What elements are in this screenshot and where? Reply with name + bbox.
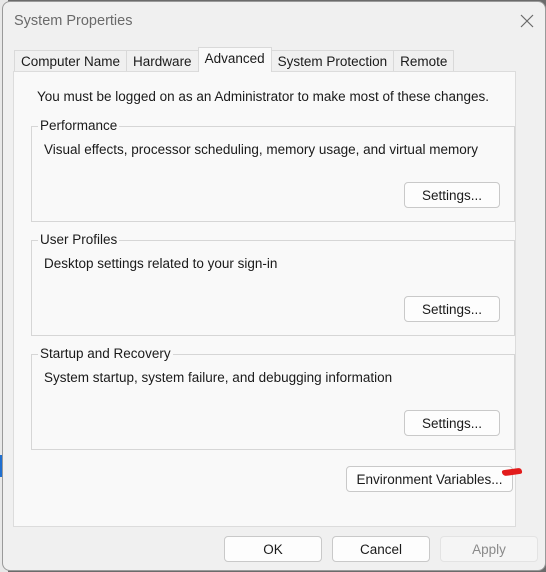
close-button[interactable] <box>513 8 541 34</box>
user-profiles-description: Desktop settings related to your sign-in <box>44 256 278 271</box>
user-profiles-label: User Profiles <box>38 232 120 247</box>
window-title: System Properties <box>14 13 133 29</box>
tab-computer-name[interactable]: Computer Name <box>14 50 128 72</box>
close-icon <box>520 14 534 28</box>
performance-settings-button[interactable]: Settings... <box>404 182 500 208</box>
admin-notice: You must be logged on as an Administrato… <box>37 89 490 104</box>
cancel-button[interactable]: Cancel <box>332 536 430 562</box>
apply-button[interactable]: Apply <box>440 536 538 562</box>
ok-button[interactable]: OK <box>224 536 322 562</box>
user-profiles-group: User Profiles Desktop settings related t… <box>31 232 515 336</box>
environment-variables-button[interactable]: Environment Variables... <box>346 466 513 492</box>
performance-description: Visual effects, processor scheduling, me… <box>44 142 478 157</box>
tab-bar: Computer Name Hardware Advanced System P… <box>14 47 455 72</box>
startup-recovery-description: System startup, system failure, and debu… <box>44 370 393 385</box>
startup-recovery-group: Startup and Recovery System startup, sys… <box>31 346 515 450</box>
startup-recovery-settings-button[interactable]: Settings... <box>404 410 500 436</box>
tab-remote[interactable]: Remote <box>393 50 455 72</box>
tab-advanced[interactable]: Advanced <box>197 47 272 72</box>
performance-label: Performance <box>38 118 120 133</box>
system-properties-dialog: System Properties Computer Name Hardware… <box>2 1 546 571</box>
performance-group: Performance Visual effects, processor sc… <box>31 118 515 222</box>
advanced-tab-panel: You must be logged on as an Administrato… <box>13 71 516 527</box>
tab-system-protection[interactable]: System Protection <box>270 50 395 72</box>
user-profiles-settings-button[interactable]: Settings... <box>404 296 500 322</box>
startup-recovery-label: Startup and Recovery <box>38 346 173 361</box>
tab-hardware[interactable]: Hardware <box>126 50 199 72</box>
